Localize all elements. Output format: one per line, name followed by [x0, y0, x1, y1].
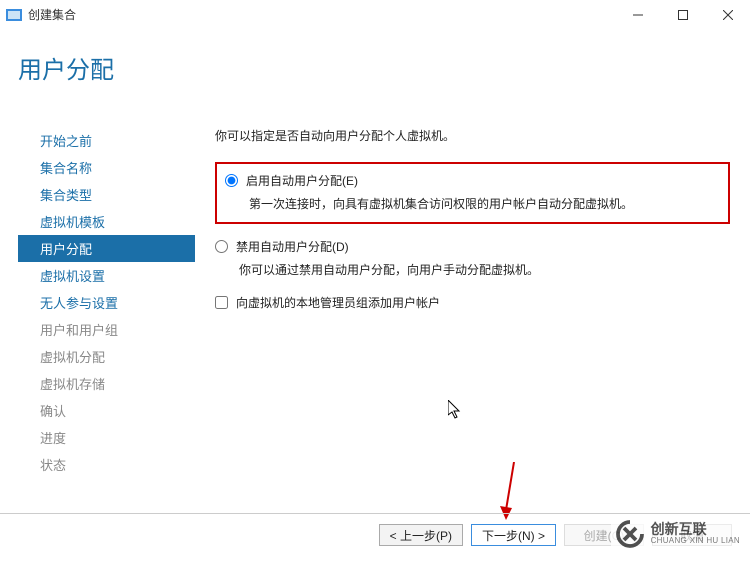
sidebar-item-users-groups: 用户和用户组	[18, 316, 195, 343]
sidebar-item-label: 进度	[40, 431, 66, 446]
sidebar-item-label: 无人参与设置	[40, 296, 118, 311]
sidebar-item-confirm: 确认	[18, 397, 195, 424]
content-intro-text: 你可以指定是否自动向用户分配个人虚拟机。	[215, 127, 730, 144]
sidebar-item-progress: 进度	[18, 424, 195, 451]
footer-separator	[0, 513, 750, 514]
titlebar: 创建集合	[0, 0, 750, 30]
main-area: 开始之前 集合名称 集合类型 虚拟机模板 用户分配 虚拟机设置 无人参与设置 用…	[0, 97, 750, 577]
create-button: 创建(C)	[564, 524, 644, 546]
window-title: 创建集合	[28, 6, 76, 23]
sidebar-item-label: 集合名称	[40, 161, 92, 176]
sidebar-item-user-assignment[interactable]: 用户分配	[18, 235, 195, 262]
page-heading: 用户分配	[0, 30, 750, 97]
sidebar-item-label: 虚拟机分配	[40, 350, 105, 365]
sidebar-item-label: 虚拟机设置	[40, 269, 105, 284]
sidebar-item-collection-name[interactable]: 集合名称	[18, 154, 195, 181]
minimize-button[interactable]	[615, 0, 660, 30]
sidebar-item-label: 虚拟机模板	[40, 215, 105, 230]
next-button[interactable]: 下一步(N) >	[471, 524, 556, 546]
cancel-button[interactable]: 取消	[652, 524, 732, 546]
sidebar-item-label: 确认	[40, 404, 66, 419]
sidebar-item-vm-allocation: 虚拟机分配	[18, 343, 195, 370]
sidebar-item-vm-template[interactable]: 虚拟机模板	[18, 208, 195, 235]
enable-auto-assign-radio[interactable]	[225, 174, 238, 187]
window-controls	[615, 0, 750, 29]
disable-auto-assign-row[interactable]: 禁用自动用户分配(D)	[215, 238, 730, 255]
local-admin-checkbox[interactable]	[215, 296, 228, 309]
maximize-button[interactable]	[660, 0, 705, 30]
content-pane: 你可以指定是否自动向用户分配个人虚拟机。 启用自动用户分配(E) 第一次连接时，…	[195, 97, 750, 577]
sidebar-item-label: 虚拟机存储	[40, 377, 105, 392]
sidebar-item-unattended-settings[interactable]: 无人参与设置	[18, 289, 195, 316]
close-button[interactable]	[705, 0, 750, 30]
sidebar: 开始之前 集合名称 集合类型 虚拟机模板 用户分配 虚拟机设置 无人参与设置 用…	[0, 97, 195, 577]
enable-auto-assign-desc: 第一次连接时，向具有虚拟机集合访问权限的用户帐户自动分配虚拟机。	[225, 195, 720, 214]
enable-auto-assign-label: 启用自动用户分配(E)	[246, 172, 358, 189]
sidebar-item-vm-storage: 虚拟机存储	[18, 370, 195, 397]
sidebar-item-label: 用户和用户组	[40, 323, 118, 338]
footer-buttons: < 上一步(P) 下一步(N) > 创建(C) 取消	[379, 524, 732, 546]
local-admin-checkbox-label: 向虚拟机的本地管理员组添加用户帐户	[236, 294, 440, 311]
previous-button[interactable]: < 上一步(P)	[379, 524, 463, 546]
disable-auto-assign-desc: 你可以通过禁用自动用户分配，向用户手动分配虚拟机。	[215, 261, 730, 280]
sidebar-item-label: 用户分配	[40, 242, 92, 257]
disable-auto-assign-label: 禁用自动用户分配(D)	[236, 238, 349, 255]
sidebar-item-label: 集合类型	[40, 188, 92, 203]
sidebar-item-status: 状态	[18, 451, 195, 478]
enable-auto-assign-row[interactable]: 启用自动用户分配(E)	[225, 172, 720, 189]
disable-auto-assign-radio[interactable]	[215, 240, 228, 253]
sidebar-item-label: 开始之前	[40, 134, 92, 149]
sidebar-item-before-begin[interactable]: 开始之前	[18, 127, 195, 154]
sidebar-item-vm-settings[interactable]: 虚拟机设置	[18, 262, 195, 289]
local-admin-checkbox-row[interactable]: 向虚拟机的本地管理员组添加用户帐户	[215, 294, 730, 311]
highlight-box: 启用自动用户分配(E) 第一次连接时，向具有虚拟机集合访问权限的用户帐户自动分配…	[215, 162, 730, 224]
sidebar-item-collection-type[interactable]: 集合类型	[18, 181, 195, 208]
app-icon	[6, 7, 22, 23]
sidebar-item-label: 状态	[40, 458, 66, 473]
